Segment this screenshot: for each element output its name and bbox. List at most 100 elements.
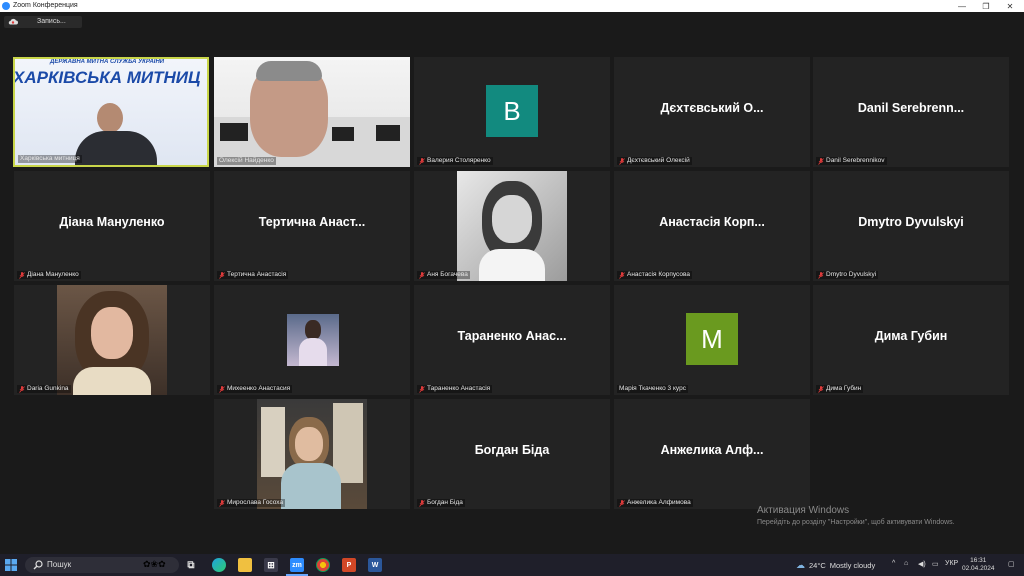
video-tile-stoliarenko[interactable]: В Валерия Столяренко	[414, 57, 610, 167]
participant-name-label: Валерия Столяренко	[417, 157, 493, 165]
muted-mic-icon	[219, 385, 225, 393]
participant-name-label: Михеенко Анастасия	[217, 385, 293, 393]
weather-widget[interactable]: ☁ 24°C Mostly cloudy	[796, 560, 875, 571]
participant-name-label: Daria Gunkina	[17, 385, 71, 393]
windows-start-icon[interactable]	[5, 559, 17, 571]
muted-mic-icon	[419, 499, 425, 507]
muted-mic-icon	[219, 499, 225, 507]
participant-display-name: Анастасія Корп...	[659, 215, 765, 229]
edge-browser-icon[interactable]	[212, 558, 226, 572]
participant-display-name: Богдан Біда	[474, 443, 550, 457]
participant-display-name: Анжелика Алф...	[660, 443, 764, 457]
clock-time: 16:31	[970, 557, 987, 564]
video-tile-alfimova[interactable]: Анжелика Алф... Анжелика Алфимова	[614, 399, 810, 509]
store-icon[interactable]: ⊞	[264, 558, 278, 572]
video-tile-korpusova[interactable]: Анастасія Корп... Анастасія Корпусова	[614, 171, 810, 281]
zoom-taskbar-icon[interactable]: zm	[290, 558, 304, 572]
language-indicator[interactable]: УКР	[945, 560, 958, 567]
zoom-app-icon	[2, 2, 10, 10]
video-tile-bogacheva[interactable]: Аня Богачева	[414, 171, 610, 281]
muted-mic-icon	[619, 271, 625, 279]
banner-main-text: ХАРКІВСЬКА МИТНИЦ	[15, 68, 201, 87]
restore-button[interactable]: ❐	[974, 0, 998, 12]
muted-mic-icon	[419, 157, 425, 165]
participant-name-label: Дима Губин	[816, 385, 864, 393]
word-icon[interactable]: W	[368, 558, 382, 572]
title-bar: Zoom Конференция — ❐ ✕	[0, 0, 1024, 12]
flower-decoration-icon: ✿❀✿	[143, 559, 166, 569]
participant-video	[214, 57, 410, 167]
window-title: Zoom Конференция	[13, 2, 78, 9]
video-tile-naidenko[interactable]: Олексій Найденко	[214, 57, 410, 167]
video-tile-gunkina[interactable]: Daria Gunkina	[14, 285, 210, 395]
video-tile-tertychna[interactable]: Тертична Анаст... Тертична Анастасія	[214, 171, 410, 281]
volume-icon[interactable]: ◀)	[918, 560, 926, 568]
search-icon	[33, 560, 43, 570]
notification-icon[interactable]: ▢	[1008, 560, 1015, 568]
powerpoint-icon[interactable]: P	[342, 558, 356, 572]
participant-photo	[287, 314, 339, 366]
muted-mic-icon	[818, 271, 824, 279]
participant-name-label: Danil Serebrennikov	[816, 157, 887, 165]
battery-icon[interactable]: ▭	[932, 560, 939, 568]
taskbar-search-box[interactable]: Пошук ✿❀✿	[25, 557, 179, 573]
participant-avatar: В	[486, 85, 538, 137]
participant-name-label: Dmytro Dyvulskyi	[816, 271, 879, 279]
participant-name-label: Дєхтєвський Олексій	[617, 157, 692, 165]
participant-name-label: Богдан Біда	[417, 499, 465, 507]
muted-mic-icon	[219, 271, 225, 279]
close-button[interactable]: ✕	[998, 0, 1022, 12]
person-head	[97, 103, 123, 133]
recording-indicator[interactable]: Запись...	[4, 16, 82, 28]
participant-avatar: M	[686, 313, 738, 365]
video-tile-gubin[interactable]: Дима Губин Дима Губин	[813, 285, 1009, 395]
video-tile-taranenko[interactable]: Тараненко Анас... Тараненко Анастасія	[414, 285, 610, 395]
muted-mic-icon	[419, 385, 425, 393]
participant-photo	[457, 171, 567, 281]
video-tile-mikheenko[interactable]: Михеенко Анастасия	[214, 285, 410, 395]
participant-display-name: Danil Serebrenn...	[857, 101, 965, 115]
file-explorer-icon[interactable]	[238, 558, 252, 572]
participant-name-label: Анжелика Алфимова	[617, 499, 693, 507]
participant-name-label: Тараненко Анастасія	[417, 385, 493, 393]
weather-temperature: 24°C	[809, 561, 826, 570]
participant-name-label: Олексій Найденко	[217, 157, 276, 165]
participant-display-name: Дєхтєвський О...	[660, 101, 764, 115]
participant-display-name: Діана Мануленко	[59, 215, 165, 229]
muted-mic-icon	[818, 385, 824, 393]
muted-mic-icon	[19, 271, 25, 279]
video-tile-bida[interactable]: Богдан Біда Богдан Біда	[414, 399, 610, 509]
participant-photo	[57, 285, 167, 395]
activation-watermark-title: Активация Windows	[757, 505, 850, 516]
recording-label: Запись...	[37, 18, 66, 25]
participant-display-name: Дима Губин	[874, 329, 948, 343]
participant-display-name: Dmytro Dyvulskyi	[858, 215, 964, 229]
video-tile-gosokha[interactable]: Мирослава Госоха	[214, 399, 410, 509]
muted-mic-icon	[619, 157, 625, 165]
cloud-weather-icon: ☁	[796, 560, 805, 570]
participant-name-label: Мирослава Госоха	[217, 499, 286, 507]
person-body	[75, 131, 157, 165]
participant-video: ДЕРЖАВНА МИТНА СЛУЖБА УКРАЇНИ ХАРКІВСЬКА…	[15, 59, 207, 165]
weather-description: Mostly cloudy	[829, 561, 876, 570]
search-label: Пошук	[47, 560, 72, 569]
video-tile-tkachenko[interactable]: M Марія Ткаченко 3 курс	[614, 285, 810, 395]
video-tile-dekhtievskyi[interactable]: Дєхтєвський О... Дєхтєвський Олексій	[614, 57, 810, 167]
video-tile-manulenko[interactable]: Діана Мануленко Діана Мануленко	[14, 171, 210, 281]
muted-mic-icon	[818, 157, 824, 165]
chrome-browser-icon[interactable]	[316, 558, 330, 572]
video-tile-serebrennikov[interactable]: Danil Serebrenn... Danil Serebrennikov	[813, 57, 1009, 167]
recording-bar: Запись...	[0, 12, 1024, 32]
video-tile-kharkiv-customs[interactable]: ДЕРЖАВНА МИТНА СЛУЖБА УКРАЇНИ ХАРКІВСЬКА…	[13, 57, 209, 167]
cloud-record-icon	[8, 18, 18, 25]
task-view-icon[interactable]: ⧉	[184, 558, 198, 572]
video-tile-dyvulskyi[interactable]: Dmytro Dyvulskyi Dmytro Dyvulskyi	[813, 171, 1009, 281]
taskbar-clock[interactable]: 16:31 02.04.2024	[962, 557, 995, 573]
participant-display-name: Тертична Анаст...	[258, 215, 366, 229]
network-icon[interactable]: ⌂	[904, 560, 908, 567]
minimize-button[interactable]: —	[950, 0, 974, 12]
chevron-up-icon[interactable]: ^	[892, 560, 895, 567]
participant-photo	[257, 399, 367, 509]
participant-name-label: Анастасія Корпусова	[617, 271, 692, 279]
muted-mic-icon	[19, 385, 25, 393]
